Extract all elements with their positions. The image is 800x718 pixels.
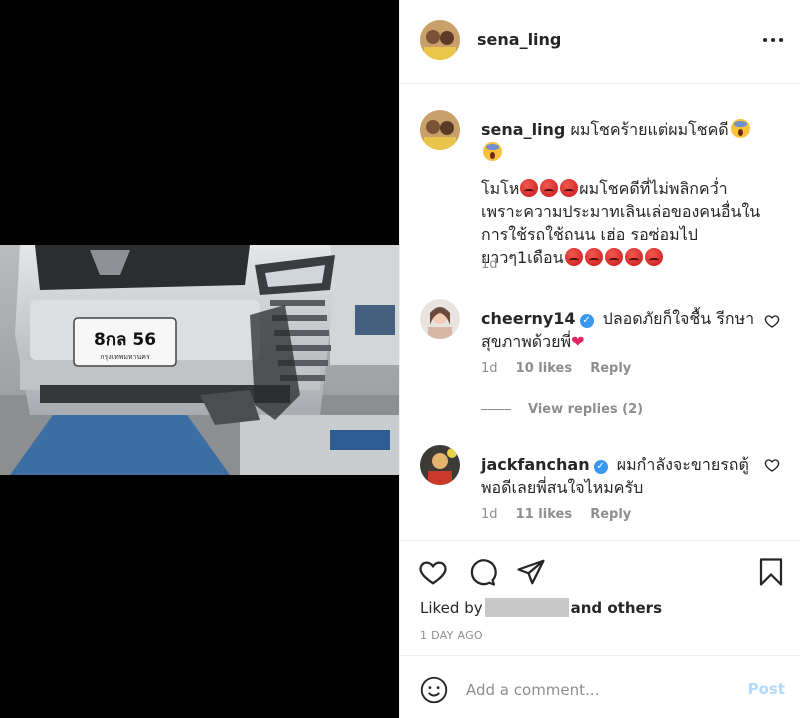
share-icon[interactable]: [516, 557, 546, 587]
comment-username[interactable]: jackfanchan: [481, 455, 590, 474]
angry-face-icon: [560, 179, 579, 197]
comment-line1: ปลอดภัยก็ใจชื้น รีกษา: [602, 309, 755, 328]
post-date[interactable]: 1 DAY AGO: [420, 629, 483, 642]
comment-likes[interactable]: 10 likes: [516, 361, 572, 376]
caption-headline: ผมโชคร้ายแต่ผมโชคดี: [570, 120, 729, 139]
comment-line1: ผมกำลังจะขายรถตู้: [616, 455, 749, 474]
comment-age[interactable]: 1d: [481, 507, 498, 522]
caption-line1-suffix: ผมโชคดีที่ไม่พลิกคว่ำ: [579, 179, 728, 198]
screaming-face-icon: [730, 119, 750, 138]
caption-line2: เพราะความประมาทเลินเล่อของคนอื่นใน: [481, 202, 761, 221]
comment-line2: พอดีเลยพี่สนใจไหมครับ: [481, 478, 644, 497]
angry-face-icon: [584, 248, 603, 266]
heart-icon[interactable]: [418, 557, 448, 587]
caption-username[interactable]: sena_ling: [481, 120, 565, 139]
comment-icon[interactable]: [467, 557, 497, 587]
comment-username[interactable]: cheerny14: [481, 309, 576, 328]
emoji-icon[interactable]: [420, 676, 448, 704]
view-replies-label: View replies (2): [528, 402, 644, 417]
post-actions: Liked by and others 1 DAY AGO: [400, 540, 800, 655]
screaming-face-icon: [483, 142, 502, 161]
angry-face-icon: [520, 179, 539, 197]
bookmark-icon[interactable]: [756, 557, 786, 587]
post-media: 8กล 56 กรุงเทพมหานคร: [0, 0, 399, 718]
commenter-avatar[interactable]: [420, 299, 460, 339]
verified-badge-icon: ✓: [593, 460, 608, 474]
angry-face-icon: [540, 179, 559, 197]
add-comment-bar: Post: [400, 655, 800, 718]
caption-age[interactable]: 1d: [481, 257, 498, 272]
comments-list: sena_ling ผมโชคร้ายแต่ผมโชคดี โมโห ผมโชคด…: [400, 85, 800, 540]
plate-province: กรุงเทพมหานคร: [100, 353, 150, 361]
reply-button[interactable]: Reply: [590, 507, 631, 522]
damaged-car-photo: 8กล 56 กรุงเทพมหานคร: [0, 245, 399, 475]
angry-face-icon: [604, 248, 623, 266]
angry-face-icon: [644, 248, 663, 266]
comment-meta: 1d 10 likes Reply: [481, 361, 645, 376]
angry-face-icon: [624, 248, 643, 266]
redacted-username: [484, 598, 569, 617]
post-photo[interactable]: 8กล 56 กรุงเทพมหานคร: [0, 245, 399, 475]
comment-text: jackfanchan ✓ ผมกำลังจะขายรถตู้ พอดีเลยพี…: [481, 453, 761, 499]
post-sidebar: sena_ling sena_ling ผมโชคร้ายแต่ผมโชคดี: [399, 0, 800, 718]
comment-line2: สุขภาพด้วยพี่: [481, 332, 572, 351]
post-header: sena_ling: [400, 0, 800, 84]
liked-by-summary[interactable]: Liked by and others: [420, 598, 662, 617]
view-replies-button[interactable]: View replies (2): [481, 402, 643, 417]
plate-number: 8กล 56: [94, 330, 156, 350]
reply-button[interactable]: Reply: [590, 361, 631, 376]
verified-badge-icon: ✓: [579, 314, 594, 328]
like-comment-icon[interactable]: [764, 457, 780, 473]
caption-text: sena_ling ผมโชคร้ายแต่ผมโชคดี โมโห ผมโชคด…: [481, 118, 761, 269]
author-username[interactable]: sena_ling: [477, 30, 561, 49]
comment-input[interactable]: [466, 676, 726, 704]
commenter-avatar[interactable]: [420, 445, 460, 485]
comment-likes[interactable]: 11 likes: [516, 507, 572, 522]
divider: [481, 409, 511, 410]
caption-line3: การใช้รถใช้ถนน เฮ่อ รอซ่อมไป: [481, 225, 698, 244]
author-avatar[interactable]: [420, 20, 460, 60]
caption-avatar[interactable]: [420, 110, 460, 150]
angry-face-icon: [564, 248, 583, 266]
comment-text: cheerny14 ✓ ปลอดภัยก็ใจชื้น รีกษา สุขภาพด…: [481, 307, 761, 353]
comment-age[interactable]: 1d: [481, 361, 498, 376]
like-comment-icon[interactable]: [764, 313, 780, 329]
post-button[interactable]: Post: [748, 680, 785, 698]
liked-by-prefix: Liked by: [420, 599, 483, 617]
red-heart-icon: ❤: [571, 332, 585, 351]
liked-by-suffix: and others: [570, 599, 663, 617]
more-horizontal-icon[interactable]: [763, 38, 783, 44]
caption-line1-prefix: โมโห: [481, 179, 520, 198]
comment-meta: 1d 11 likes Reply: [481, 507, 645, 522]
caption-meta: 1d: [481, 257, 512, 272]
